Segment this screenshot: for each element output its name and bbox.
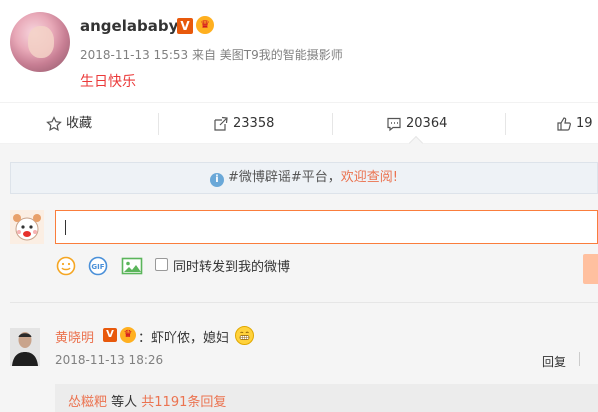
thumbs-up-icon xyxy=(557,116,571,131)
submit-comment-button[interactable] xyxy=(583,254,598,284)
author-avatar[interactable] xyxy=(10,12,70,72)
notice-hashtag[interactable]: #微博辟谣#平台， xyxy=(228,170,341,185)
sub-reply-middle: 等人 xyxy=(107,395,142,410)
commenter-name[interactable]: 黄晓明 xyxy=(55,327,94,346)
gif-icon[interactable]: GIF xyxy=(88,256,108,276)
verified-badge-icon[interactable]: V xyxy=(177,18,193,34)
section-divider xyxy=(10,302,598,303)
action-bar: 收藏 23358 20364 19 xyxy=(0,102,598,144)
sub-reply-user[interactable]: 怂糍粑 xyxy=(68,395,107,410)
image-icon[interactable] xyxy=(121,256,143,276)
like-count: 19 xyxy=(576,116,593,131)
repost-checkbox-label: 同时转发到我的微博 xyxy=(173,260,291,275)
comment-input[interactable] xyxy=(55,210,598,244)
repost-count: 23358 xyxy=(233,116,275,131)
vip-crown-icon[interactable]: ♛ xyxy=(196,16,214,34)
action-divider xyxy=(332,113,333,135)
star-icon xyxy=(46,115,62,131)
favorite-button[interactable]: 收藏 xyxy=(46,103,92,145)
like-button[interactable]: 19 xyxy=(556,103,593,145)
rumor-notice: i #微博辟谣#平台，欢迎查阅! xyxy=(10,162,598,194)
action-divider xyxy=(505,113,506,135)
comment-icon xyxy=(387,117,401,131)
info-icon: i xyxy=(209,173,224,187)
text-cursor xyxy=(65,220,66,235)
action-divider xyxy=(158,113,159,135)
notice-link[interactable]: 欢迎查阅! xyxy=(341,170,398,185)
repost-button[interactable]: 23358 xyxy=(213,103,274,145)
repost-icon xyxy=(214,116,228,131)
svg-text:GIF: GIF xyxy=(91,263,104,271)
emoji-icon[interactable] xyxy=(56,256,76,276)
favorite-label: 收藏 xyxy=(66,116,93,131)
vip-crown-icon[interactable]: ♛ xyxy=(120,327,136,343)
post-text: 生日快乐 xyxy=(80,74,136,90)
cartoon-avatar-icon xyxy=(10,210,44,244)
sub-replies-summary: 怂糍粑 等人 共1191条回复 xyxy=(68,391,226,410)
post-meta: 2018-11-13 15:53 来自 美图T9我的智能摄影师 xyxy=(80,48,343,62)
repost-checkbox[interactable] xyxy=(155,258,168,271)
verified-badge-icon[interactable]: V xyxy=(103,328,117,342)
comment-time: 2018-11-13 18:26 xyxy=(55,353,164,367)
comment-count: 20364 xyxy=(406,116,448,131)
grin-emoji-icon xyxy=(235,326,254,345)
reply-divider xyxy=(579,352,580,366)
sub-replies-box: 怂糍粑 等人 共1191条回复 xyxy=(55,384,598,412)
my-avatar[interactable] xyxy=(10,210,44,244)
commenter-avatar[interactable] xyxy=(10,328,40,366)
weibo-post: angelababy V ♛ 2018-11-13 15:53 来自 美图T9我… xyxy=(0,0,598,102)
reply-button[interactable]: 回复 xyxy=(542,353,566,370)
person-avatar-icon xyxy=(10,328,40,366)
sub-reply-total-link[interactable]: 共1191条回复 xyxy=(141,395,226,410)
comment-text: ：虾吖侬，媳妇 xyxy=(138,331,230,346)
author-username[interactable]: angelababy xyxy=(80,17,178,35)
